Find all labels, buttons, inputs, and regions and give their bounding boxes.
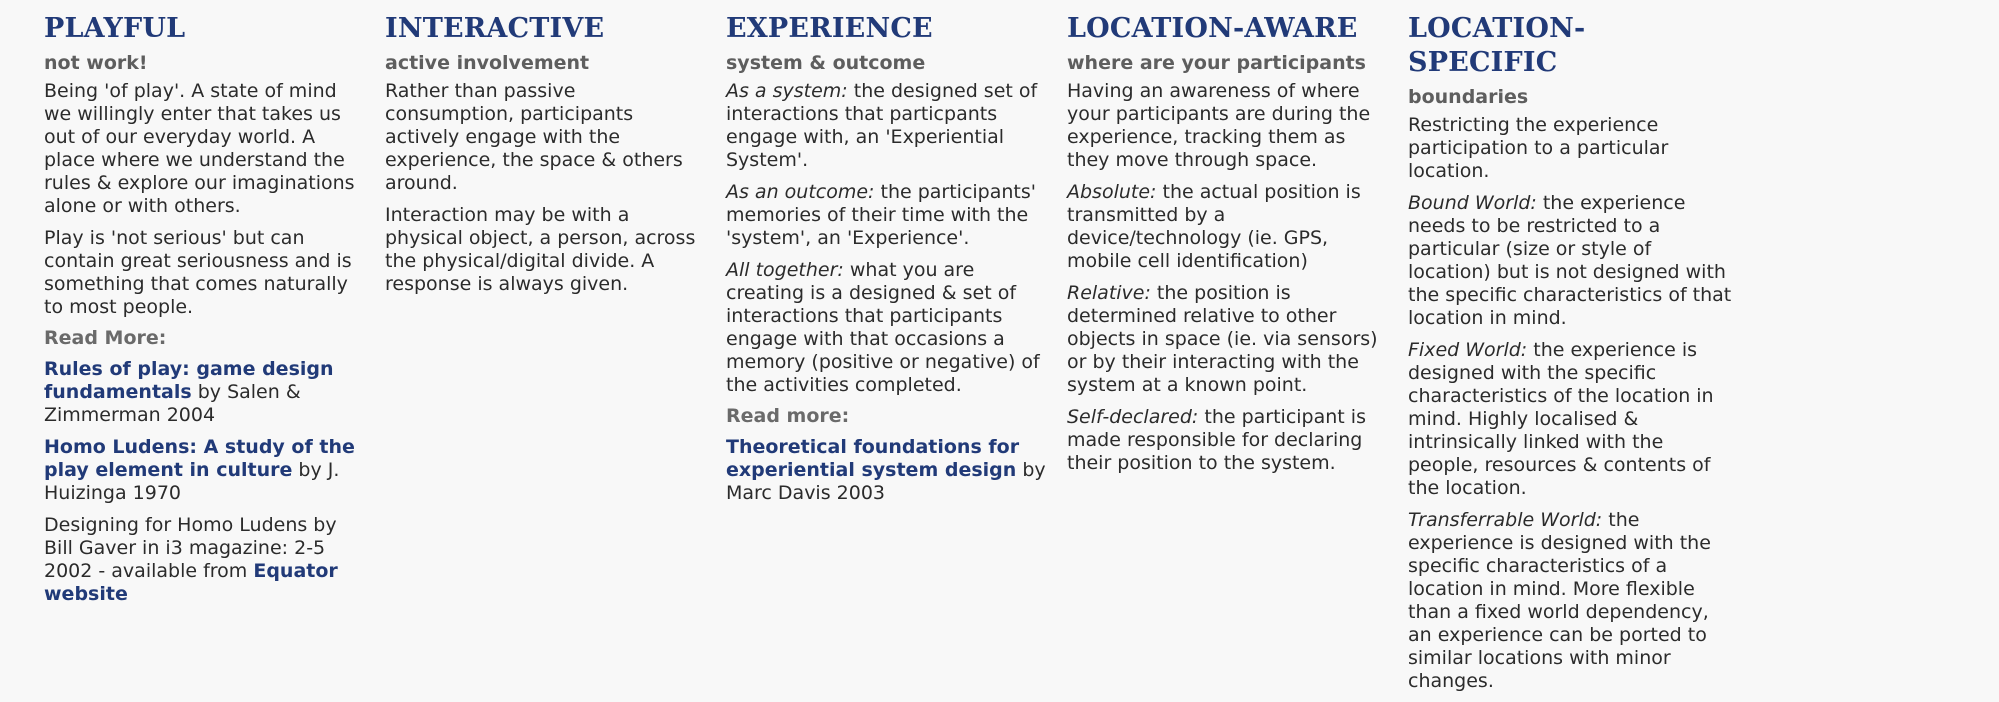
column-location-specific: LOCATION-SPECIFIC boundaries Restricting… — [1408, 12, 1733, 702]
definition-item: As an outcome: the participants' memorie… — [726, 181, 1051, 250]
paragraph: Having an awareness of where your partic… — [1067, 80, 1371, 171]
definition-term: As a system: — [726, 80, 848, 102]
paragraph: Interaction may be with a physical objec… — [385, 204, 696, 295]
reference-item: Homo Ludens: A study of the play element… — [44, 436, 369, 505]
paragraph: Play is 'not serious' but can contain gr… — [44, 227, 352, 318]
column-title: PLAYFUL — [44, 13, 186, 44]
definition-item: Absolute: the actual position is transmi… — [1067, 181, 1392, 273]
definition-term: Bound World: — [1408, 192, 1537, 214]
column-subtitle: boundaries — [1408, 86, 1529, 108]
column-title: LOCATION-AWARE — [1067, 13, 1358, 44]
column-playful: PLAYFUL not work! Being 'of play'. A sta… — [44, 12, 369, 615]
column-subtitle: system & outcome — [726, 52, 926, 74]
column-subtitle: active involvement — [385, 52, 590, 74]
definition-item: As a system: the designed set of interac… — [726, 80, 1051, 172]
reference-item: Theoretical foundations for experiential… — [726, 436, 1051, 505]
column-interactive: INTERACTIVE active involvement Rather th… — [385, 12, 710, 305]
column-experience: EXPERIENCE system & outcome As a system:… — [726, 12, 1051, 514]
definition-item: Relative: the position is determined rel… — [1067, 282, 1392, 397]
column-title: INTERACTIVE — [385, 13, 605, 44]
definition-term: Fixed World: — [1408, 339, 1528, 361]
definition-term: Absolute: — [1067, 181, 1157, 203]
definition-text: the experience is designed with the spec… — [1408, 339, 1714, 499]
definition-item: Fixed World: the experience is designed … — [1408, 339, 1733, 500]
paragraph: Being 'of play'. A state of mind we will… — [44, 80, 355, 217]
read-more-label: Read more: — [726, 405, 850, 427]
paragraph: Rather than passive consumption, partici… — [385, 80, 683, 194]
definition-item: Self-declared: the participant is made r… — [1067, 406, 1392, 475]
definition-term: As an outcome: — [726, 181, 875, 203]
column-subtitle: where are your participants — [1067, 52, 1366, 74]
reference-item: Designing for Homo Ludens by Bill Gaver … — [44, 514, 369, 606]
column-subtitle: not work! — [44, 52, 148, 74]
definition-term: Self-declared: — [1067, 406, 1199, 428]
read-more-label: Read More: — [44, 327, 167, 349]
definition-text: the experience is designed with the spec… — [1408, 509, 1711, 692]
column-title: LOCATION-SPECIFIC — [1408, 13, 1586, 78]
page: PLAYFUL not work! Being 'of play'. A sta… — [0, 0, 1999, 692]
definition-item: All together: what you are creating is a… — [726, 259, 1051, 397]
definition-term: All together: — [726, 259, 844, 281]
column-title: EXPERIENCE — [726, 13, 933, 44]
reference-link[interactable]: Theoretical foundations for experiential… — [726, 436, 1019, 481]
definition-term: Relative: — [1067, 282, 1151, 304]
definition-item: Transferrable World: the experience is d… — [1408, 509, 1733, 693]
definition-item: Bound World: the experience needs to be … — [1408, 192, 1733, 330]
definition-term: Transferrable World: — [1408, 509, 1603, 531]
column-location-aware: LOCATION-AWARE where are your participan… — [1067, 12, 1392, 484]
paragraph: Restricting the experience participation… — [1408, 114, 1669, 182]
reference-item: Rules of play: game design fundamentals … — [44, 358, 369, 427]
